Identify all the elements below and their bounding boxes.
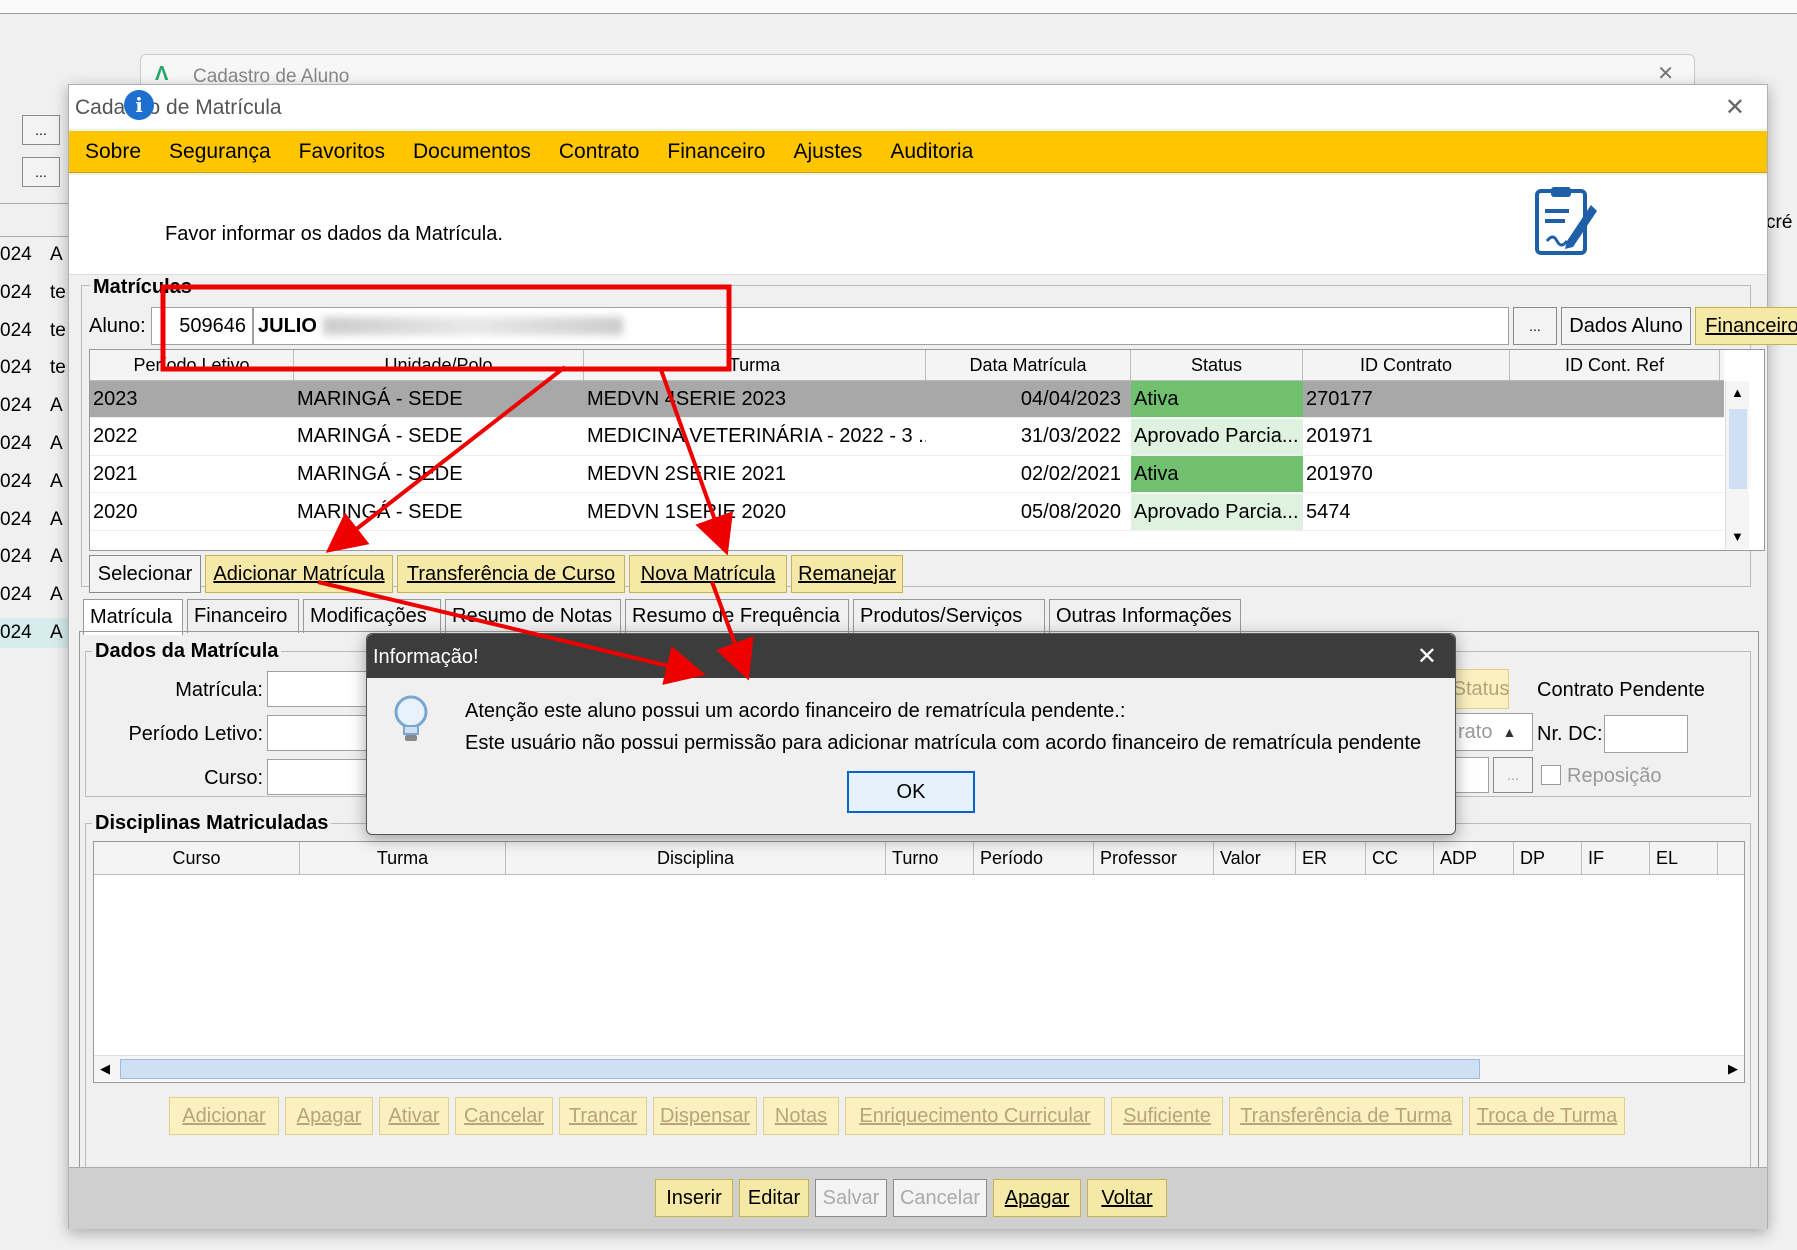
annotation-arrow xyxy=(710,581,754,681)
annotation-arrow xyxy=(325,365,567,553)
annotation-overlay xyxy=(160,284,754,685)
annotation-arrow xyxy=(658,366,734,556)
annotation-arrow xyxy=(317,580,706,685)
annotation-highlight-box xyxy=(160,284,732,372)
